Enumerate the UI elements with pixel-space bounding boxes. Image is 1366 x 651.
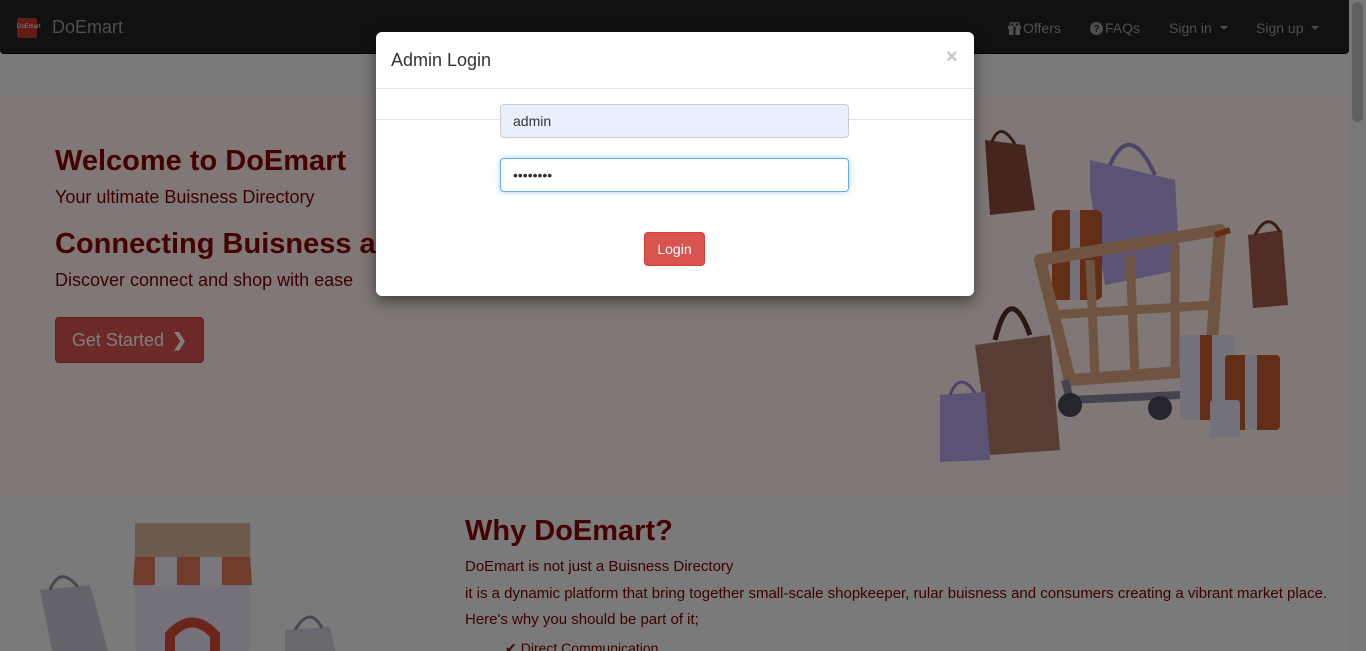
username-input[interactable] [500,104,849,138]
modal-header-divider [376,88,974,89]
login-button[interactable]: Login [644,232,705,266]
admin-login-modal: Admin Login × Login [376,32,974,296]
password-input[interactable] [500,158,849,192]
close-icon[interactable]: × [946,46,958,69]
modal-title: Admin Login [391,50,492,70]
